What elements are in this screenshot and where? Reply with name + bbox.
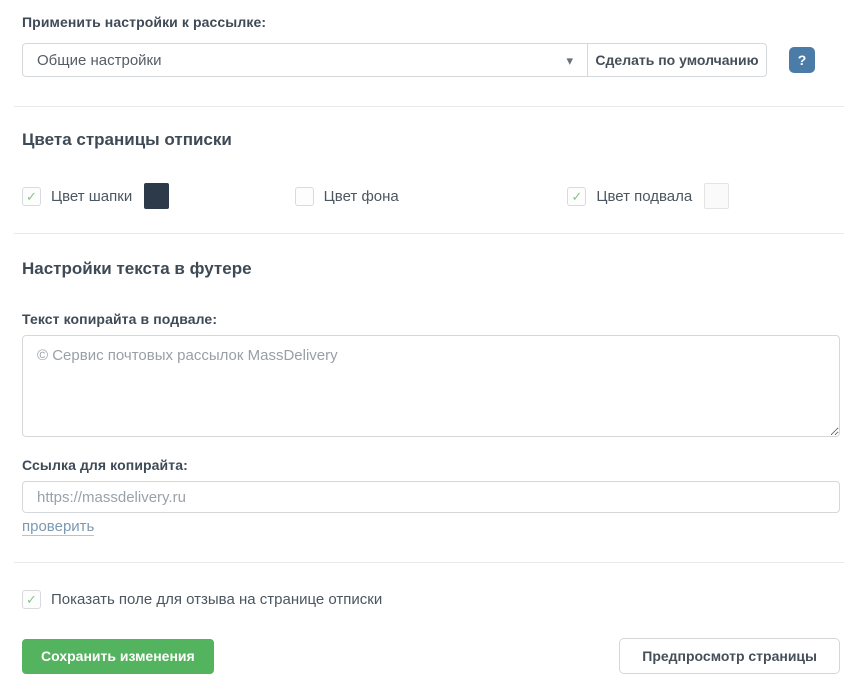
check-icon: ✓ — [26, 593, 37, 606]
settings-page: Применить настройки к рассылке: Общие на… — [0, 0, 858, 694]
help-icon[interactable]: ? — [789, 47, 815, 73]
header-color-checkbox[interactable]: ✓ Цвет шапки — [22, 187, 132, 206]
footer-color-checkbox[interactable]: ✓ Цвет подвала — [567, 187, 692, 206]
background-color-col: ✓ Цвет фона — [295, 183, 568, 209]
copyright-link-input[interactable] — [22, 481, 840, 513]
checkbox-label: Цвет подвала — [596, 188, 692, 205]
header-color-swatch[interactable] — [144, 183, 169, 209]
copyright-text-label: Текст копирайта в подвале: — [22, 311, 840, 327]
header-color-col: ✓ Цвет шапки — [22, 183, 295, 209]
make-default-button[interactable]: Сделать по умолчанию — [587, 43, 767, 77]
checkbox-icon: ✓ — [295, 187, 314, 206]
checkbox-label: Цвет фона — [324, 188, 399, 205]
apply-settings-label: Применить настройки к рассылке: — [22, 14, 840, 30]
checkbox-icon: ✓ — [22, 590, 41, 609]
color-checkboxes-row: ✓ Цвет шапки ✓ Цвет фона ✓ Цвет подвала — [22, 183, 840, 209]
divider — [14, 106, 844, 107]
actions-row: Сохранить изменения Предпросмотр страниц… — [22, 638, 840, 674]
colors-section-title: Цвета страницы отписки — [22, 130, 840, 150]
footer-color-swatch[interactable] — [704, 183, 729, 209]
divider — [14, 562, 844, 563]
checkbox-icon: ✓ — [22, 187, 41, 206]
chevron-down-icon: ▾ — [566, 54, 573, 67]
copyright-link-label: Ссылка для копирайта: — [22, 457, 840, 473]
check-icon: ✓ — [26, 190, 37, 203]
preview-page-button[interactable]: Предпросмотр страницы — [619, 638, 840, 674]
checkbox-label: Показать поле для отзыва на странице отп… — [51, 591, 382, 608]
feedback-checkbox[interactable]: ✓ Показать поле для отзыва на странице о… — [22, 590, 840, 609]
check-link[interactable]: проверить — [22, 518, 94, 536]
apply-settings-row: Общие настройки ▾ Сделать по умолчанию ? — [22, 43, 840, 77]
divider — [14, 233, 844, 234]
feedback-row: ✓ Показать поле для отзыва на странице о… — [22, 590, 840, 609]
footer-text-section-title: Настройки текста в футере — [22, 259, 840, 279]
checkbox-icon: ✓ — [567, 187, 586, 206]
settings-select[interactable]: Общие настройки ▾ — [22, 43, 588, 77]
copyright-text-area[interactable]: © Сервис почтовых рассылок MassDelivery — [22, 335, 840, 437]
check-icon: ✓ — [571, 190, 582, 203]
save-button[interactable]: Сохранить изменения — [22, 639, 214, 674]
settings-select-value: Общие настройки — [37, 52, 162, 69]
background-color-checkbox[interactable]: ✓ Цвет фона — [295, 187, 399, 206]
footer-color-col: ✓ Цвет подвала — [567, 183, 840, 209]
checkbox-label: Цвет шапки — [51, 188, 132, 205]
